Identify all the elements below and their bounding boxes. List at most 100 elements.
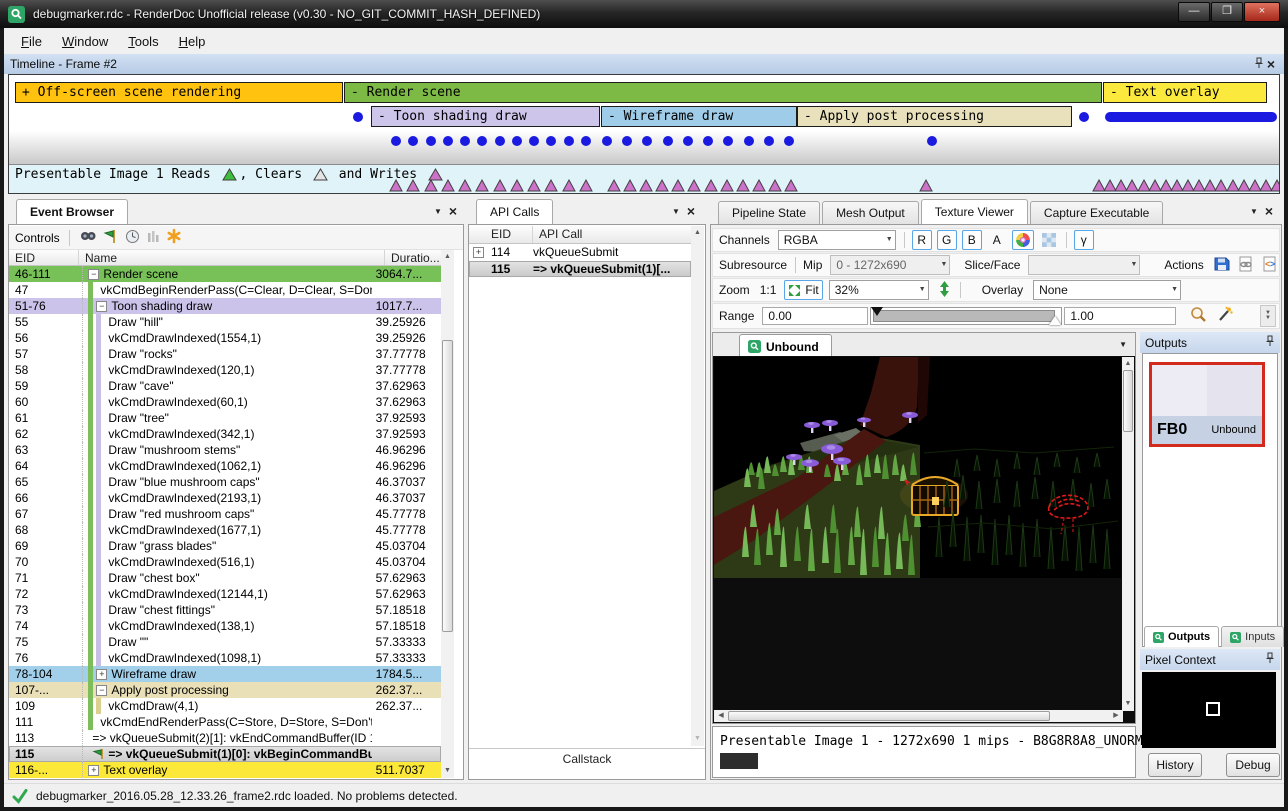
zoom-fit-button[interactable]: Fit: [784, 280, 822, 300]
event-row[interactable]: 107-... −Apply post processing 262.37...: [9, 682, 441, 698]
range-max-input[interactable]: 1.00: [1064, 307, 1176, 325]
write-marker[interactable]: [527, 179, 541, 194]
event-row[interactable]: 68 vkCmdDrawIndexed(1677,1) 45.77778: [9, 522, 441, 538]
event-row[interactable]: 72 vkCmdDrawIndexed(12144,1) 57.62963: [9, 586, 441, 602]
draw-dot[interactable]: [1079, 112, 1089, 122]
write-marker[interactable]: [623, 179, 637, 194]
draw-dot[interactable]: [784, 136, 794, 146]
write-marker[interactable]: [704, 179, 718, 194]
event-row[interactable]: 74 vkCmdDrawIndexed(138,1) 57.18518: [9, 618, 441, 634]
panel-menu-icon[interactable]: ▼: [430, 207, 446, 216]
event-row[interactable]: 116-... +Text overlay 511.7037: [9, 762, 441, 778]
draw-dot[interactable]: [764, 136, 774, 146]
event-row[interactable]: 51-76 −Toon shading draw 1017.7...: [9, 298, 441, 314]
write-marker[interactable]: [544, 179, 558, 194]
event-row[interactable]: 58 vkCmdDrawIndexed(120,1) 37.77778: [9, 362, 441, 378]
event-row[interactable]: 62 vkCmdDrawIndexed(342,1) 37.92593: [9, 426, 441, 442]
event-row[interactable]: 69 Draw "grass blades" 45.03704: [9, 538, 441, 554]
debug-button[interactable]: Debug: [1226, 753, 1280, 777]
row-expander[interactable]: −: [96, 301, 107, 312]
write-marker[interactable]: [671, 179, 685, 194]
tab-mesh-output[interactable]: Mesh Output: [822, 201, 919, 224]
draw-dot[interactable]: [353, 112, 363, 122]
draw-dot[interactable]: [663, 136, 673, 146]
event-row[interactable]: 67 Draw "red mushroom caps" 45.77778: [9, 506, 441, 522]
tab-inputs[interactable]: Inputs: [1221, 626, 1284, 647]
write-marker[interactable]: [458, 179, 472, 194]
write-marker[interactable]: [919, 179, 933, 194]
draw-dot[interactable]: [391, 136, 401, 146]
event-browser-columns[interactable]: EID Name Duratio...: [9, 250, 454, 266]
api-call-row[interactable]: + 114 vkQueueSubmit: [469, 244, 691, 260]
channel-red-toggle[interactable]: R: [912, 230, 932, 250]
panel-close-icon[interactable]: ×: [684, 206, 698, 216]
titlebar[interactable]: debugmarker.rdc - RenderDoc Unofficial r…: [0, 0, 1288, 28]
overlay-select[interactable]: None▼: [1033, 280, 1181, 300]
timeline-marker-bar[interactable]: - Wireframe draw: [601, 106, 797, 127]
write-marker[interactable]: [720, 179, 734, 194]
event-row[interactable]: 73 Draw "chest fittings" 57.18518: [9, 602, 441, 618]
api-calls-columns[interactable]: EID API Call: [469, 226, 691, 244]
color-wheel-toggle[interactable]: [1012, 230, 1034, 250]
event-row[interactable]: 61 Draw "tree" 37.92593: [9, 410, 441, 426]
write-marker[interactable]: [687, 179, 701, 194]
write-marker[interactable]: [639, 179, 653, 194]
texture-list-dropdown-icon[interactable]: ▼: [1115, 340, 1131, 349]
fb0-thumbnail[interactable]: FB0 Unbound: [1149, 362, 1265, 447]
event-row[interactable]: 46-111 −Render scene 3064.7...: [9, 266, 441, 282]
event-row[interactable]: 71 Draw "chest box" 57.62963: [9, 570, 441, 586]
event-row[interactable]: 60 vkCmdDrawIndexed(60,1) 37.62963: [9, 394, 441, 410]
channels-select[interactable]: RGBA▼: [778, 230, 896, 250]
outputs-header[interactable]: Outputs: [1140, 332, 1280, 353]
draw-dot[interactable]: [426, 136, 436, 146]
range-black-point-handle[interactable]: [871, 307, 883, 316]
event-row[interactable]: 111 vkCmdEndRenderPass(C=Store, D=Store,…: [9, 714, 441, 730]
event-row[interactable]: 70 vkCmdDrawIndexed(516,1) 45.03704: [9, 554, 441, 570]
draw-dot[interactable]: [512, 136, 522, 146]
save-texture-icon[interactable]: [1214, 256, 1230, 275]
toolbar-overflow-button[interactable]: ▼▼: [1260, 305, 1276, 327]
menu-item-file[interactable]: File: [12, 31, 51, 52]
draw-dot[interactable]: [683, 136, 693, 146]
slice-face-select[interactable]: ▼: [1028, 255, 1140, 275]
goto-resource-icon[interactable]: <>: [1262, 256, 1278, 275]
find-event-icon[interactable]: [79, 229, 97, 246]
menu-item-tools[interactable]: Tools: [119, 31, 167, 52]
panel-menu-icon[interactable]: ▼: [1246, 207, 1262, 216]
pixel-context-view[interactable]: [1142, 672, 1276, 748]
write-marker[interactable]: [736, 179, 750, 194]
tab-api-calls[interactable]: API Calls: [476, 199, 553, 224]
draw-dot-run[interactable]: [1105, 112, 1277, 122]
event-row[interactable]: 56 vkCmdDrawIndexed(1554,1) 39.25926: [9, 330, 441, 346]
write-marker[interactable]: [784, 179, 798, 194]
write-marker[interactable]: [493, 179, 507, 194]
draw-dot[interactable]: [927, 136, 937, 146]
panel-menu-icon[interactable]: ▼: [668, 207, 684, 216]
write-marker[interactable]: [510, 179, 524, 194]
event-row[interactable]: 55 Draw "hill" 39.25926: [9, 314, 441, 330]
timeline-close-icon[interactable]: ×: [1264, 59, 1278, 69]
jump-to-event-icon[interactable]: [103, 229, 119, 247]
close-button[interactable]: ×: [1244, 2, 1280, 22]
zoom-1-1-button[interactable]: 1:1: [756, 280, 781, 300]
callstack-label[interactable]: Callstack: [469, 752, 705, 766]
event-row[interactable]: 59 Draw "cave" 37.62963: [9, 378, 441, 394]
channel-alpha-toggle[interactable]: A: [987, 230, 1007, 250]
write-marker[interactable]: [607, 179, 621, 194]
channel-green-toggle[interactable]: G: [937, 230, 957, 250]
event-row[interactable]: 113 => vkQueueSubmit(2)[1]: vkEndCommand…: [9, 730, 441, 746]
timeline-panel-header[interactable]: Timeline - Frame #2 ×: [4, 54, 1284, 74]
event-row[interactable]: 65 Draw "blue mushroom caps" 46.37037: [9, 474, 441, 490]
event-row[interactable]: 75 Draw "" 57.33333: [9, 634, 441, 650]
draw-dot[interactable]: [581, 136, 591, 146]
filter-star-icon[interactable]: [166, 228, 182, 247]
maximize-button[interactable]: ❐: [1211, 2, 1243, 22]
api-calls-scrollbar[interactable]: ▲ ▼: [691, 226, 704, 746]
pixel-context-header[interactable]: Pixel Context: [1140, 649, 1280, 670]
zoom-percent-select[interactable]: 32%▼: [829, 280, 929, 300]
mip-select[interactable]: 0 - 1272x690▼: [830, 255, 950, 275]
write-marker[interactable]: [768, 179, 782, 194]
panel-close-icon[interactable]: ×: [1262, 206, 1276, 216]
write-marker[interactable]: [389, 179, 403, 194]
pin-icon[interactable]: [1254, 57, 1264, 72]
